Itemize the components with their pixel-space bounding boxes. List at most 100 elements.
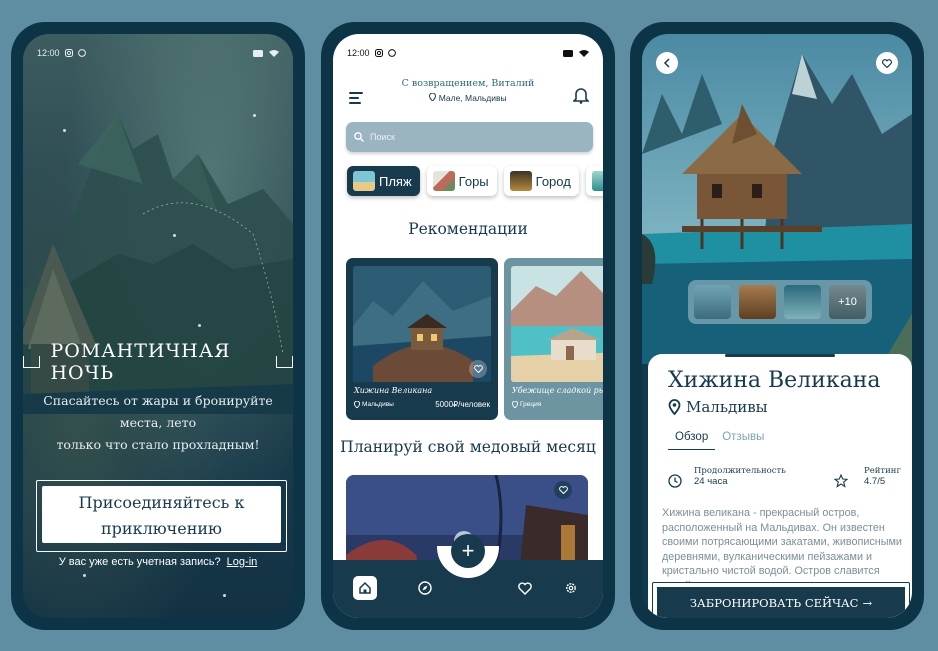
- subtitle-line: Спасайтесь от жары и бронируйте места, л…: [43, 393, 273, 430]
- recommendation-image: [511, 266, 603, 382]
- recommendations-heading: Рекомендации: [408, 220, 528, 238]
- phone-home: 12:00 С возвращением, Виталий Мале, Маль…: [321, 22, 615, 630]
- category-mountains[interactable]: Горы: [426, 166, 497, 196]
- city-thumbnail: [509, 171, 532, 191]
- gallery-thumbnail-more[interactable]: +10: [829, 285, 866, 319]
- location-pin-icon: [668, 399, 681, 415]
- menu-icon[interactable]: [349, 92, 363, 107]
- current-location: Мале, Мальдивы: [393, 92, 543, 103]
- tab-reviews[interactable]: Отзывы: [715, 431, 771, 450]
- subtitle: Спасайтесь от жары и бронируйте места, л…: [37, 390, 279, 456]
- mountains-thumbnail: [432, 171, 455, 191]
- location-text: Мальдивы: [362, 401, 394, 408]
- bracket-right-decoration: [275, 356, 293, 368]
- phone-welcome: 12:00 РОМАНТИЧНАЯ НОЧЬ Спасайтесь от жар…: [11, 22, 305, 630]
- category-city[interactable]: Город: [503, 166, 579, 196]
- login-link[interactable]: Log-in: [227, 556, 258, 568]
- book-button-frame: ЗАБРОНИРОВАТЬ СЕЙЧАС →: [652, 582, 910, 618]
- star-decoration: [63, 129, 66, 132]
- join-adventure-button[interactable]: Присоединяйтесь к приключению: [42, 486, 281, 543]
- title-row: РОМАНТИЧНАЯ НОЧЬ: [23, 340, 293, 384]
- category-label: Горы: [458, 173, 489, 189]
- join-button-line: приключению: [101, 519, 222, 538]
- bottom-nav: [333, 546, 603, 618]
- category-list: Пляж Горы Город: [347, 166, 603, 196]
- bracket-left-decoration: [23, 356, 41, 368]
- star-decoration: [83, 574, 86, 577]
- recommendation-price: 5000₽/человек: [435, 400, 490, 409]
- instagram-icon: [374, 49, 383, 57]
- details-card: Хижина Великана Мальдивы Обзор Отзывы Пр…: [648, 354, 912, 618]
- rating-label: Рейтинг: [864, 466, 901, 476]
- nav-settings-icon[interactable]: [559, 576, 583, 600]
- tab-overview[interactable]: Обзор: [668, 431, 716, 450]
- gallery-thumbnail[interactable]: [784, 285, 821, 319]
- add-button[interactable]: +: [451, 534, 485, 568]
- wifi-icon: [269, 50, 279, 57]
- nav-favorites-icon[interactable]: [513, 576, 537, 600]
- detail-tabs: Обзор Отзывы: [668, 431, 771, 450]
- recommendation-location: Греция: [512, 401, 541, 408]
- favorite-icon[interactable]: [554, 481, 572, 499]
- category-beach[interactable]: Пляж: [347, 166, 420, 196]
- gallery-thumbnail[interactable]: [739, 285, 776, 319]
- recommendation-card[interactable]: Убежище сладкой рыбы Греция: [504, 258, 603, 420]
- honeymoon-heading: Планируй свой медовый месяц: [340, 438, 596, 456]
- star-icon: [834, 474, 848, 488]
- login-prompt: У вас уже есть учетная запись? Log-in: [23, 556, 293, 568]
- status-time: 12:00: [37, 48, 60, 58]
- rating-stat: Рейтинг 4.7/5: [864, 466, 901, 487]
- search-icon: [354, 132, 364, 142]
- duration-label: Продолжительность: [694, 466, 786, 476]
- search-input[interactable]: [370, 132, 570, 142]
- phone-details: +10 Хижина Великана Мальдивы Обзор Отзыв…: [630, 22, 924, 630]
- notification-bell-icon[interactable]: [573, 87, 589, 104]
- recommendation-name: Хижина Великана: [354, 386, 433, 395]
- star-decoration: [173, 234, 176, 237]
- login-prompt-text: У вас уже есть учетная запись?: [58, 556, 221, 568]
- beach-thumbnail: [353, 171, 375, 191]
- nav-explore-icon[interactable]: [413, 576, 437, 600]
- category-label: Город: [535, 173, 571, 189]
- recommendation-name: Убежище сладкой рыбы: [512, 386, 603, 395]
- join-button-line: Присоединяйтесь к: [78, 493, 245, 512]
- favorite-button[interactable]: [876, 52, 898, 74]
- back-button[interactable]: [656, 52, 678, 74]
- more-thumbnail: [591, 171, 603, 191]
- arrow-right-icon: →: [862, 596, 873, 610]
- welcome-text: С возвращением, Виталий: [401, 78, 535, 89]
- more-photos-count: +10: [829, 285, 866, 319]
- book-now-label: ЗАБРОНИРОВАТЬ СЕЙЧАС: [689, 596, 859, 610]
- star-decoration: [223, 594, 226, 597]
- battery-icon: [253, 49, 263, 57]
- location-text: Греция: [520, 401, 542, 408]
- battery-icon: [563, 49, 573, 57]
- whatsapp-icon: [387, 49, 396, 57]
- status-time: 12:00: [347, 48, 370, 58]
- location-text: Мальдивы: [686, 398, 768, 416]
- gallery-thumbnails: +10: [688, 280, 872, 324]
- book-now-button[interactable]: ЗАБРОНИРОВАТЬ СЕЙЧАС →: [657, 587, 905, 618]
- location-pin-icon: [429, 92, 437, 102]
- duration-value: 24 часа: [694, 476, 728, 487]
- gallery-thumbnail[interactable]: [694, 285, 731, 319]
- place-location: Мальдивы: [668, 398, 768, 416]
- heart-icon: [882, 58, 892, 68]
- favorite-icon[interactable]: [469, 360, 487, 378]
- status-bar: 12:00: [347, 48, 589, 58]
- instagram-icon: [64, 49, 73, 57]
- drag-handle[interactable]: [725, 354, 835, 357]
- search-bar[interactable]: [346, 122, 593, 152]
- place-description: Хижина великана - прекрасный остров, рас…: [662, 507, 902, 584]
- stats-row: Продолжительность 24 часа Рейтинг 4.7/5: [668, 466, 902, 500]
- location-text: Мале, Мальдивы: [438, 93, 507, 103]
- recommendation-image: [353, 266, 491, 382]
- welcome-screen: 12:00 РОМАНТИЧНАЯ НОЧЬ Спасайтесь от жар…: [23, 34, 293, 618]
- status-bar: 12:00: [37, 48, 279, 58]
- recommendation-card[interactable]: Хижина Великана Мальдивы 5000₽/человек: [346, 258, 498, 420]
- page-title: РОМАНТИЧНАЯ НОЧЬ: [50, 340, 231, 384]
- place-title: Хижина Великана: [668, 368, 881, 393]
- nav-home-icon[interactable]: [353, 576, 377, 600]
- recommendation-location: Мальдивы: [354, 401, 394, 408]
- category-more[interactable]: [585, 166, 603, 196]
